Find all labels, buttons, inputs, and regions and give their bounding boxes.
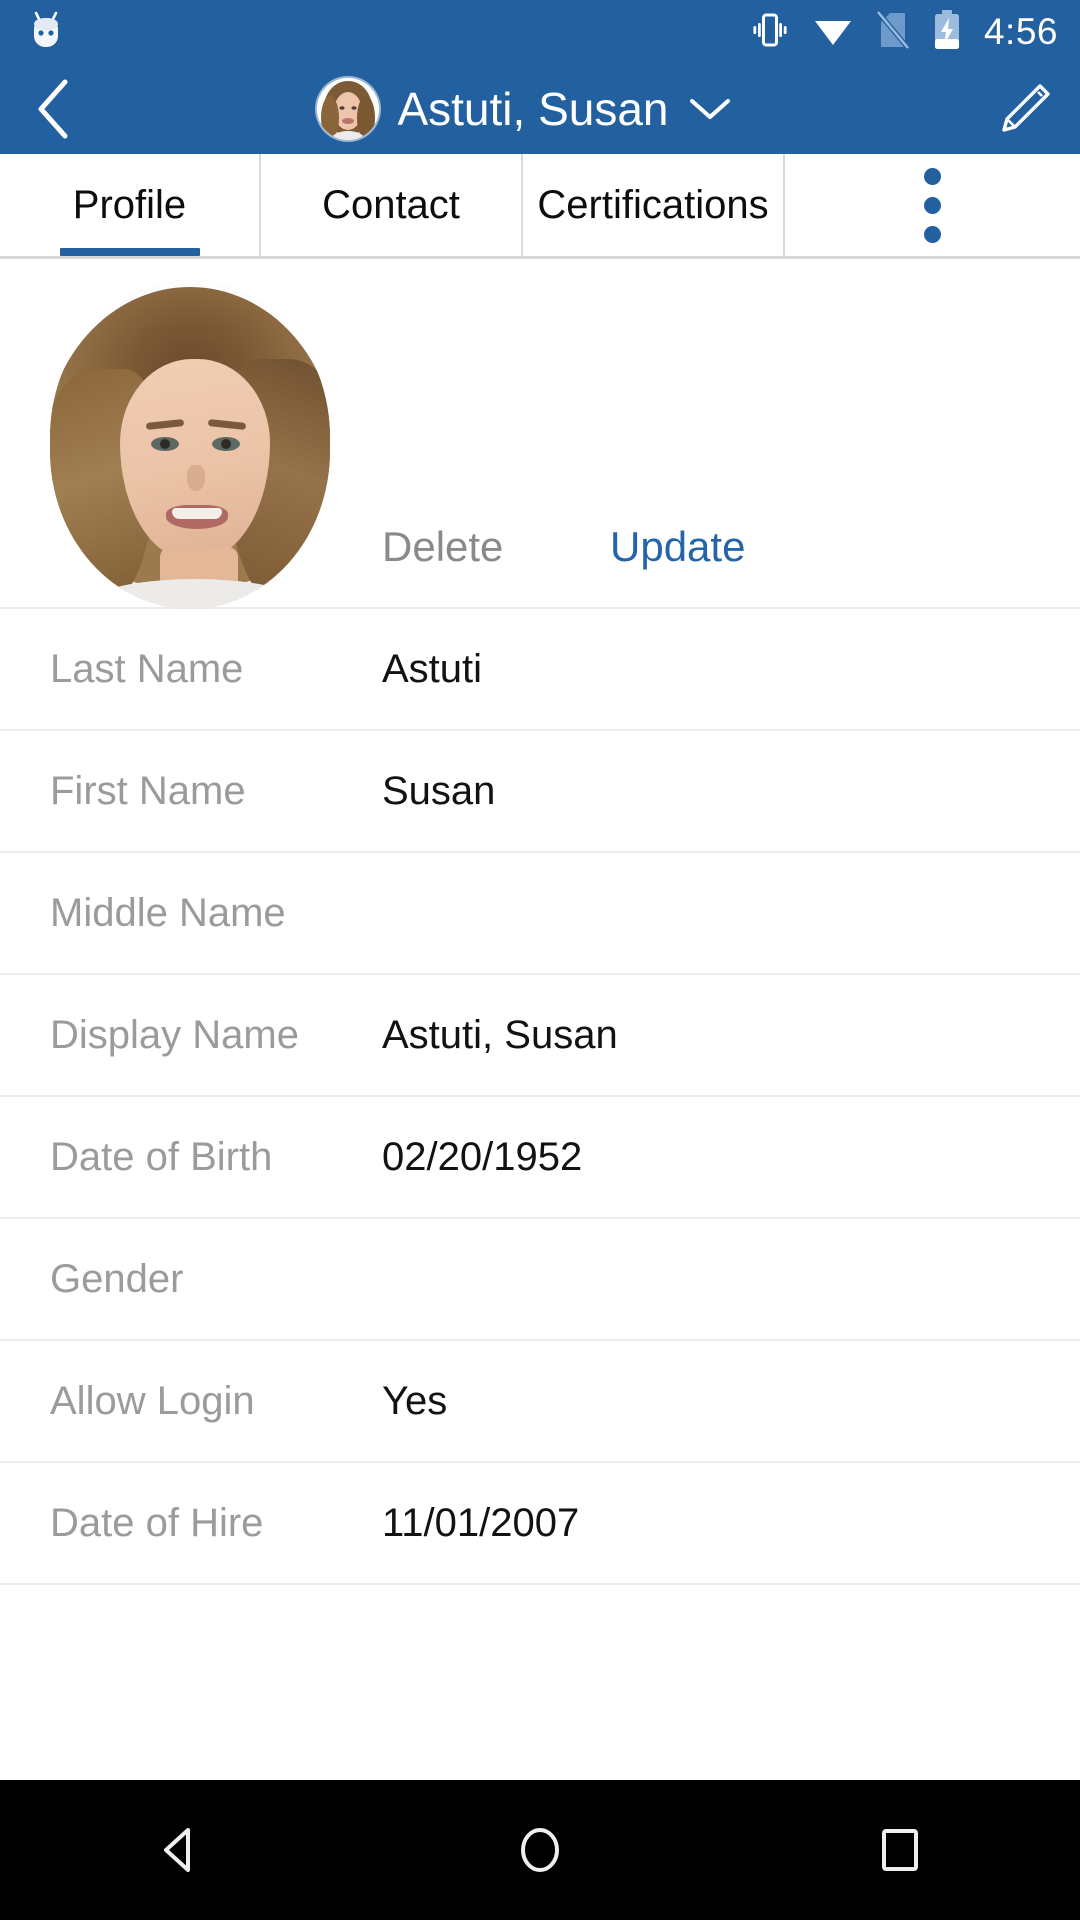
nav-recents-button[interactable] bbox=[820, 1780, 980, 1920]
status-bar: 4:56 bbox=[0, 0, 1080, 64]
app-bar: Astuti, Susan bbox=[0, 64, 1080, 154]
field-value: Astuti bbox=[382, 646, 483, 691]
tab-certifications[interactable]: Certifications bbox=[523, 154, 785, 256]
avatar bbox=[317, 78, 380, 140]
tab-contact[interactable]: Contact bbox=[261, 154, 523, 256]
tab-bar: Profile Contact Certifications bbox=[0, 154, 1080, 259]
pencil-icon bbox=[1002, 84, 1050, 132]
field-row-middle-name[interactable]: Middle Name bbox=[0, 853, 1080, 975]
android-nav-bar bbox=[0, 1780, 1080, 1920]
field-value: 02/20/1952 bbox=[382, 1134, 583, 1179]
field-value: Astuti, Susan bbox=[382, 1012, 618, 1057]
field-value: 11/01/2007 bbox=[382, 1500, 580, 1545]
field-row-last-name[interactable]: Last Name Astuti bbox=[0, 609, 1080, 731]
app-bar-title-group[interactable]: Astuti, Susan bbox=[80, 78, 970, 140]
chevron-left-icon bbox=[38, 79, 68, 139]
vibrate-icon bbox=[750, 10, 790, 55]
android-robot-icon bbox=[26, 9, 66, 56]
page-title: Astuti, Susan bbox=[397, 83, 669, 135]
field-label: Last Name bbox=[50, 646, 244, 691]
field-value: Susan bbox=[382, 768, 496, 813]
active-tab-indicator bbox=[59, 248, 200, 256]
field-row-display-name[interactable]: Display Name Astuti, Susan bbox=[0, 975, 1080, 1097]
overflow-menu-button[interactable] bbox=[785, 154, 1080, 256]
field-row-first-name[interactable]: First Name Susan bbox=[0, 731, 1080, 853]
square-recents-icon bbox=[882, 1829, 918, 1871]
field-label: Allow Login bbox=[50, 1378, 255, 1423]
field-row-date-of-birth[interactable]: Date of Birth 02/20/1952 bbox=[0, 1097, 1080, 1219]
status-bar-left bbox=[26, 9, 66, 56]
phone-screen: 4:56 Astuti, Susan Profile Contact Certi… bbox=[0, 0, 1080, 1920]
photo-actions: Delete Update bbox=[0, 487, 1080, 607]
tab-profile[interactable]: Profile bbox=[0, 154, 261, 256]
circle-home-icon bbox=[521, 1828, 559, 1872]
no-sim-icon bbox=[876, 9, 910, 55]
field-label: Middle Name bbox=[50, 890, 286, 935]
tab-profile-label: Profile bbox=[72, 182, 187, 227]
field-value: Yes bbox=[382, 1378, 448, 1423]
field-label: Gender bbox=[50, 1256, 184, 1301]
field-label: Display Name bbox=[50, 1012, 299, 1057]
chevron-down-icon[interactable] bbox=[687, 94, 733, 124]
field-label: First Name bbox=[50, 768, 246, 813]
status-bar-right: 4:56 bbox=[750, 9, 1058, 56]
delete-photo-button[interactable]: Delete bbox=[382, 523, 503, 571]
status-bar-clock: 4:56 bbox=[983, 11, 1058, 52]
field-row-allow-login[interactable]: Allow Login Yes bbox=[0, 1341, 1080, 1463]
wifi-icon bbox=[812, 11, 854, 54]
triangle-back-icon bbox=[164, 1828, 190, 1872]
profile-content: Delete Update Last Name Astuti First Nam… bbox=[0, 259, 1080, 1585]
nav-back-button[interactable] bbox=[100, 1780, 260, 1920]
field-label: Date of Birth bbox=[50, 1134, 273, 1179]
field-row-gender[interactable]: Gender bbox=[0, 1219, 1080, 1341]
tab-contact-label: Contact bbox=[322, 182, 460, 227]
tab-certifications-label: Certifications bbox=[537, 182, 769, 227]
field-row-date-of-hire[interactable]: Date of Hire 11/01/2007 bbox=[0, 1463, 1080, 1585]
field-label: Date of Hire bbox=[50, 1500, 264, 1545]
profile-photo-row: Delete Update bbox=[0, 259, 1080, 609]
battery-charging-icon bbox=[932, 9, 962, 56]
kebab-menu-icon bbox=[924, 167, 941, 243]
edit-button[interactable] bbox=[970, 64, 1080, 154]
update-photo-button[interactable]: Update bbox=[610, 523, 745, 571]
nav-home-button[interactable] bbox=[460, 1780, 620, 1920]
